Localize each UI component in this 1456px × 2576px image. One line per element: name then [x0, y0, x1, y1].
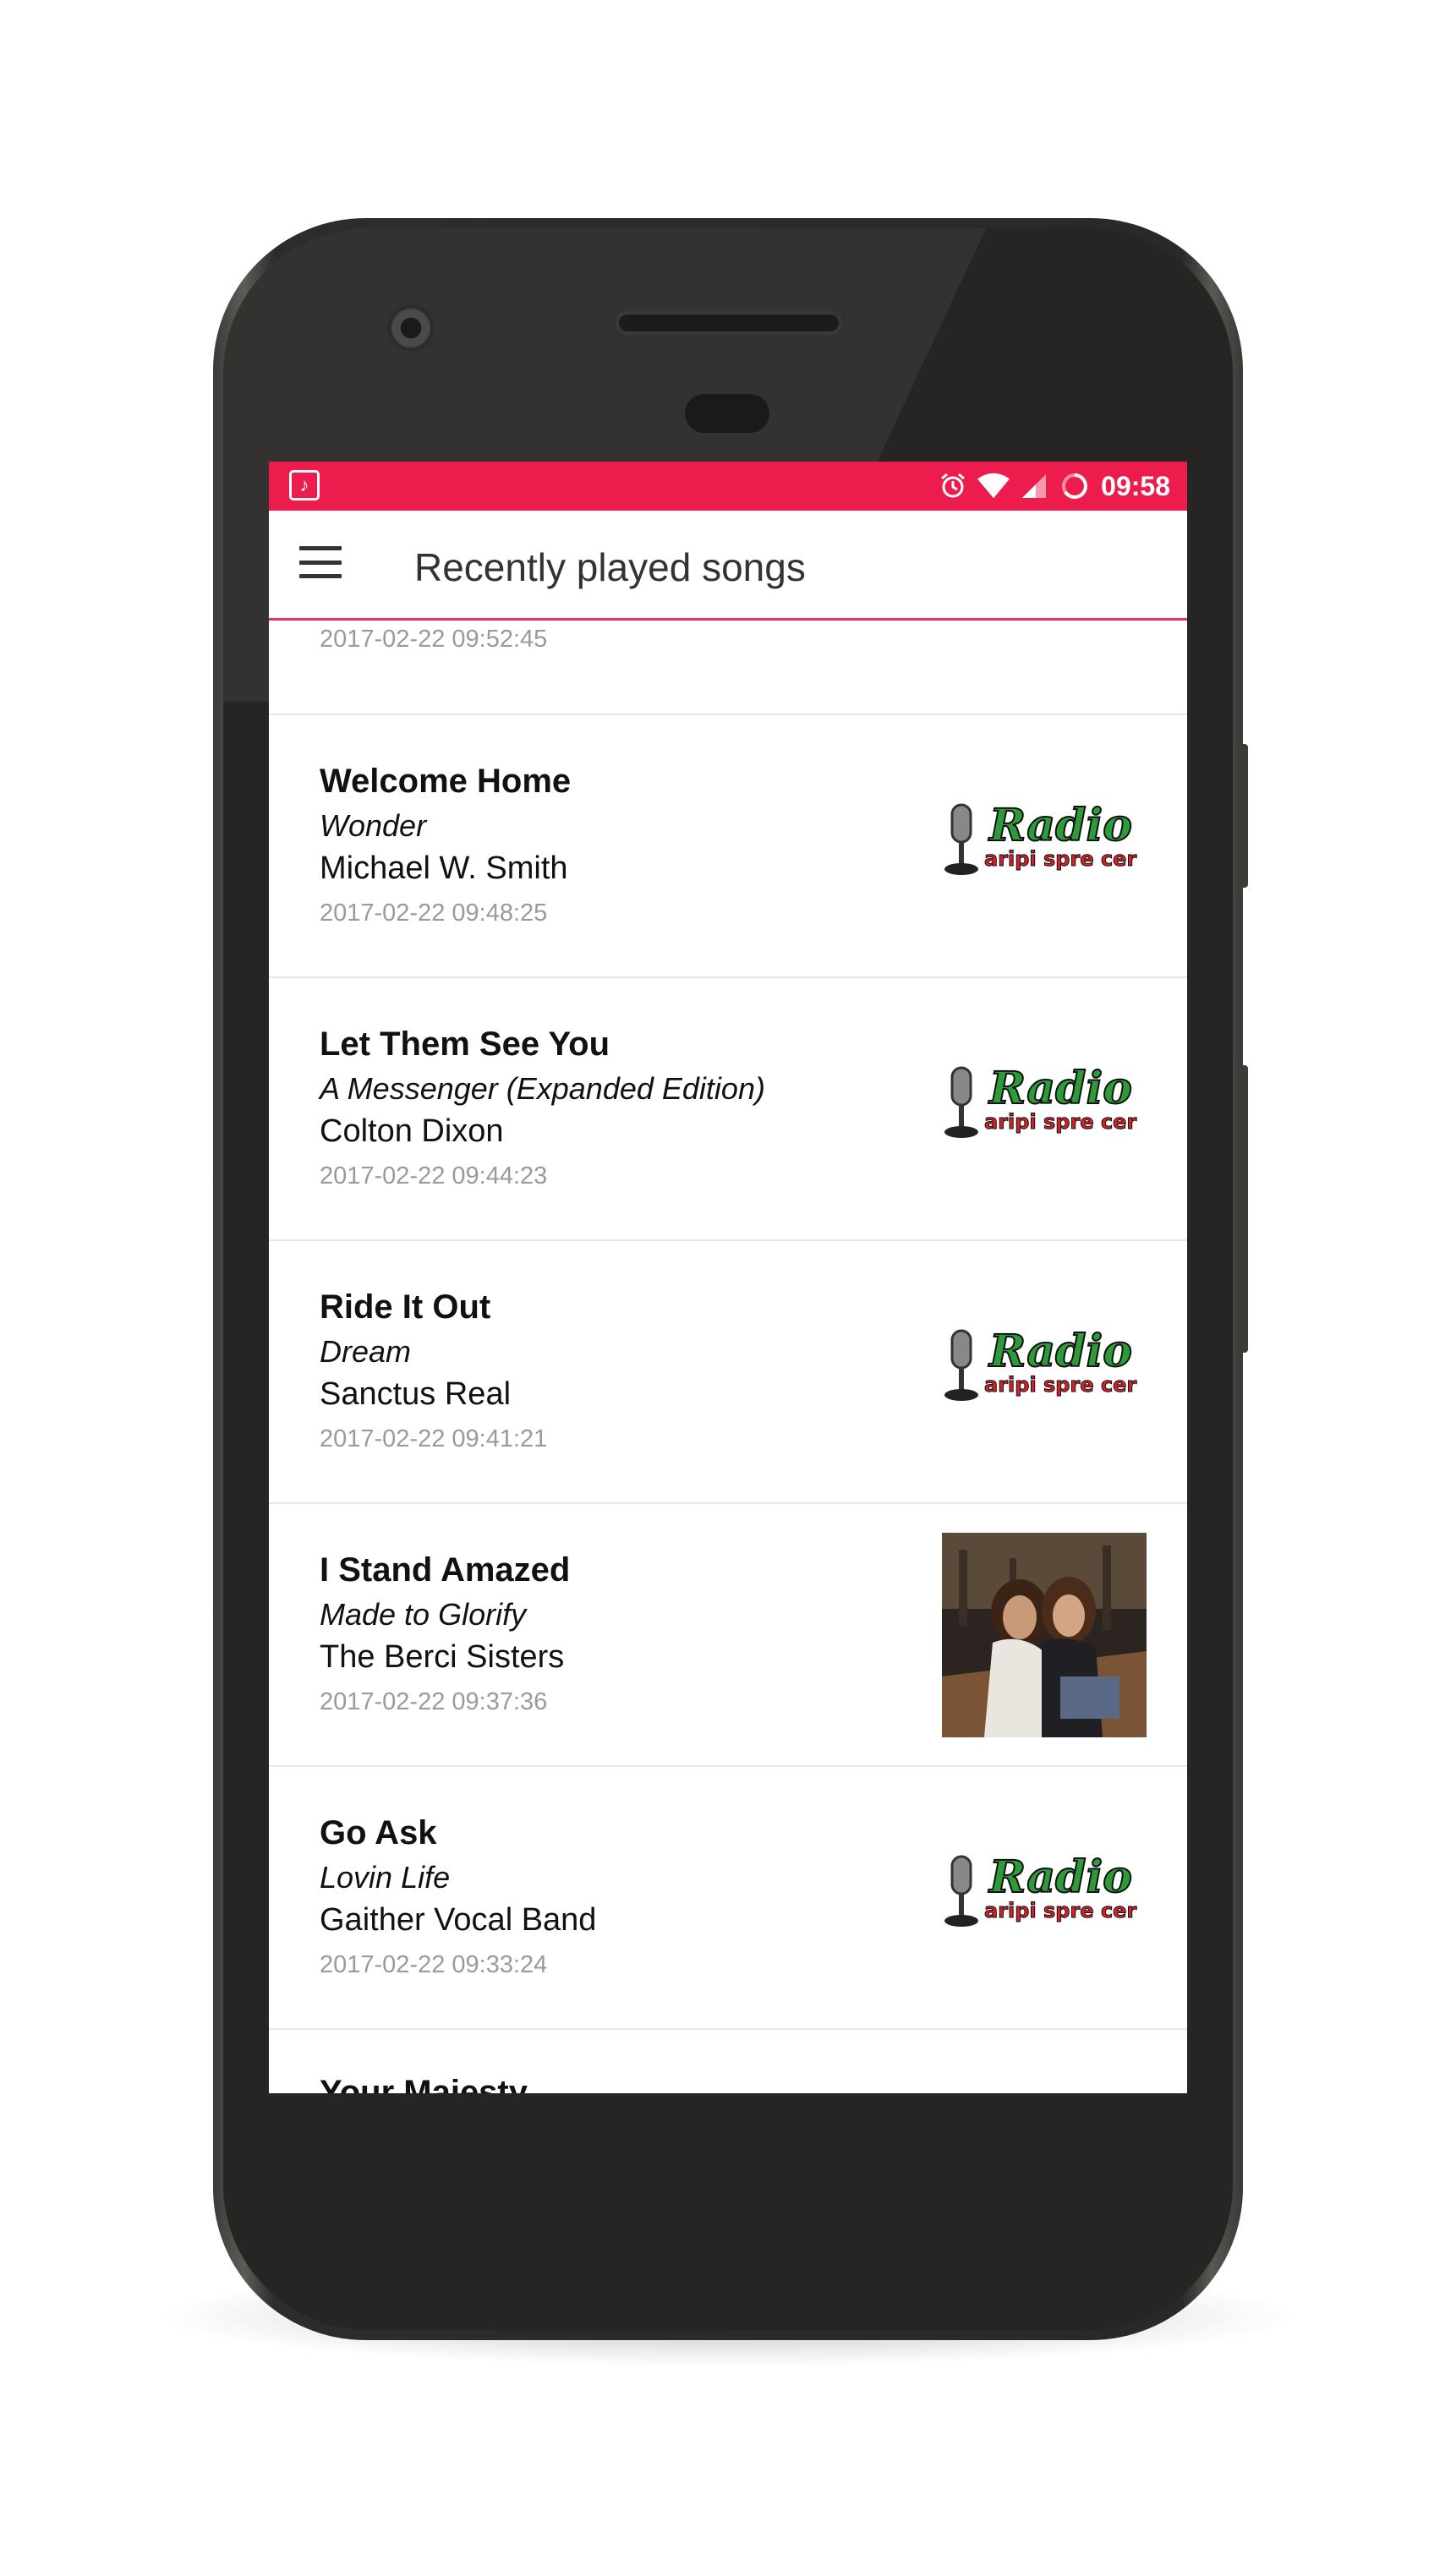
status-bar: ♪ 09:58: [269, 462, 1187, 511]
radio-logo: Radio aripi spre cer: [942, 791, 1147, 893]
song-title: I Stand Amazed: [320, 1551, 571, 1589]
played-date: 2017-02-22 09:52:45: [320, 626, 548, 653]
song-album: Dream: [320, 1334, 412, 1369]
earpiece-speaker: [616, 311, 842, 335]
page-title: Recently played songs: [414, 545, 806, 589]
album-cover-image: [942, 1533, 1147, 1737]
list-item[interactable]: Welcome Home Wonder Michael W. Smith 201…: [269, 715, 1187, 978]
svg-text:aripi spre cer: aripi spre cer: [984, 1373, 1136, 1397]
song-artist: Michael W. Smith: [320, 850, 568, 886]
song-list[interactable]: 2017-02-22 09:52:45 Welcome Home Wonder …: [269, 621, 1187, 2093]
svg-text:aripi spre cer: aripi spre cer: [984, 1899, 1136, 1922]
song-artist: Gaither Vocal Band: [320, 1902, 597, 1938]
list-item[interactable]: I Stand Amazed Made to Glorify The Berci…: [269, 1504, 1187, 1767]
song-album: Wonder: [320, 808, 427, 843]
svg-text:Radio: Radio: [988, 1326, 1132, 1377]
song-title: Ride It Out: [320, 1288, 491, 1326]
battery-icon: [1059, 470, 1091, 502]
wifi-icon: [977, 470, 1010, 502]
svg-text:Radio: Radio: [988, 800, 1132, 851]
song-title: Go Ask: [320, 1814, 437, 1851]
song-artist: Sanctus Real: [320, 1376, 512, 1412]
played-date: 2017-02-22 09:44:23: [320, 1162, 548, 1190]
radio-logo: Radio aripi spre cer: [942, 1317, 1147, 1419]
music-app-icon: ♪: [289, 470, 320, 500]
song-album: Made to Glorify: [320, 1597, 527, 1632]
alarm-icon: [937, 470, 969, 502]
front-camera: [387, 304, 435, 352]
status-time: 09:58: [1101, 470, 1170, 501]
proximity-sensor: [685, 394, 769, 433]
list-item[interactable]: Your Majesty: [269, 2030, 1187, 2093]
list-item[interactable]: Ride It Out Dream Sanctus Real 2017-02-2…: [269, 1241, 1187, 1504]
song-title: Let Them See You: [320, 1025, 610, 1063]
hamburger-menu-icon[interactable]: [299, 546, 342, 578]
song-title: Your Majesty: [320, 2074, 528, 2093]
svg-text:Radio: Radio: [988, 1063, 1132, 1114]
played-date: 2017-02-22 09:33:24: [320, 1951, 548, 1978]
played-date: 2017-02-22 09:37:36: [320, 1688, 548, 1715]
song-album: A Messenger (Expanded Edition): [320, 1071, 765, 1106]
list-item[interactable]: 2017-02-22 09:52:45: [269, 621, 1187, 715]
played-date: 2017-02-22 09:48:25: [320, 900, 548, 927]
played-date: 2017-02-22 09:41:21: [320, 1425, 548, 1452]
song-artist: Colton Dixon: [320, 1113, 504, 1149]
screen: ♪ 09:58 Recently played songs 2017-02-22…: [269, 462, 1187, 2093]
power-button: [1240, 744, 1248, 888]
svg-text:Radio: Radio: [988, 1851, 1132, 1903]
list-item[interactable]: Go Ask Lovin Life Gaither Vocal Band 201…: [269, 1767, 1187, 2030]
song-title: Welcome Home: [320, 763, 572, 800]
app-bar: Recently played songs: [269, 511, 1187, 621]
song-album: Lovin Life: [320, 1860, 451, 1895]
svg-text:aripi spre cer: aripi spre cer: [984, 847, 1136, 871]
svg-text:aripi spre cer: aripi spre cer: [984, 1110, 1136, 1134]
song-artist: The Berci Sisters: [320, 1639, 565, 1675]
radio-logo: Radio aripi spre cer: [942, 1843, 1147, 1944]
radio-logo: Radio aripi spre cer: [942, 1054, 1147, 1156]
volume-button: [1240, 1065, 1248, 1353]
list-item[interactable]: Let Them See You A Messenger (Expanded E…: [269, 978, 1187, 1241]
signal-icon: [1018, 470, 1050, 502]
status-icons: 09:58: [937, 462, 1170, 511]
